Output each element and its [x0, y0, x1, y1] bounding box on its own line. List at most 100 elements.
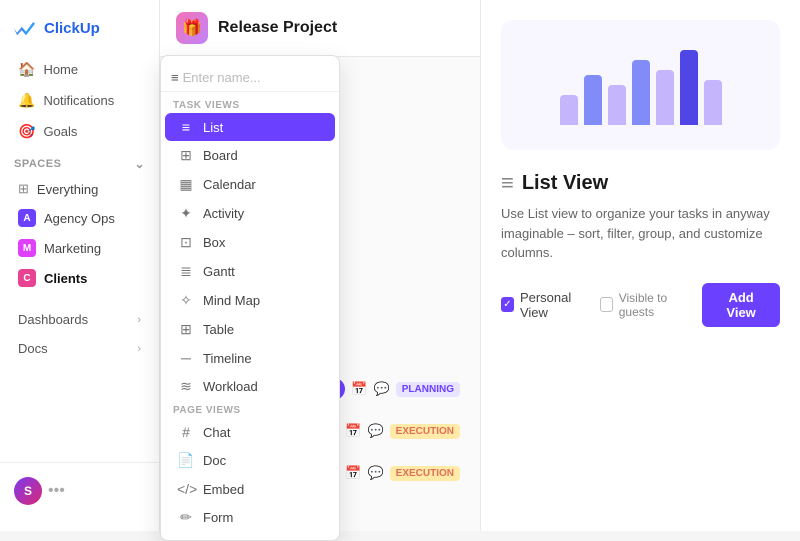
- dropdown-menu: ≡ TASK VIEWS ≡ List ⊞ Board ▦ Calendar ✦…: [160, 55, 340, 541]
- space-label: Marketing: [44, 241, 101, 256]
- view-option-mind-map[interactable]: ✧ Mind Map: [165, 286, 335, 315]
- menu-item-label: Embed: [203, 482, 244, 497]
- menu-item-label: Mind Map: [203, 293, 260, 308]
- project-header: 🎁 Release Project: [160, 0, 480, 57]
- space-label: Clients: [44, 271, 87, 286]
- personal-view-label: Personal View: [520, 290, 590, 320]
- menu-item-label: Form: [203, 510, 233, 525]
- view-option-board[interactable]: ⊞ Board: [165, 141, 335, 170]
- task-tag: EXECUTION: [390, 424, 460, 439]
- task-tag: EXECUTION: [390, 466, 460, 481]
- sidebar-item-docs[interactable]: Docs ›: [4, 334, 155, 363]
- view-option-embed[interactable]: </> Embed: [165, 475, 335, 503]
- view-option-list[interactable]: ≡ List: [165, 113, 335, 141]
- marketing-avatar: M: [18, 239, 36, 257]
- view-option-activity[interactable]: ✦ Activity: [165, 199, 335, 228]
- sidebar-item-everything[interactable]: ⊞ Everything: [4, 175, 155, 203]
- goals-icon: 🎯: [18, 123, 35, 140]
- project-title: Release Project: [218, 19, 337, 37]
- user-profile-row[interactable]: S •••: [0, 471, 159, 511]
- sidebar-item-notifications[interactable]: 🔔 Notifications: [4, 85, 155, 116]
- calendar-icon: 📅: [345, 423, 361, 439]
- user-avatar: S: [14, 477, 42, 505]
- project-icon: 🎁: [176, 12, 208, 44]
- dashboards-label: Dashboards: [18, 312, 88, 327]
- space-label: Everything: [37, 182, 98, 197]
- sidebar-item-marketing[interactable]: M Marketing: [4, 233, 155, 263]
- chevron-icon[interactable]: ⌄: [134, 157, 145, 171]
- view-dropdown: ≡ TASK VIEWS ≡ List ⊞ Board ▦ Calendar ✦…: [160, 55, 340, 541]
- right-panel: ≡ List View Use List view to organize yo…: [480, 0, 800, 531]
- add-view-button[interactable]: Add View: [702, 283, 780, 327]
- gantt-icon: ≣: [177, 263, 195, 280]
- chat-icon: 💬: [374, 381, 390, 397]
- dropdown-search-row: ≡: [161, 64, 339, 92]
- view-name-input[interactable]: [183, 70, 359, 85]
- panel-illustration: [501, 20, 780, 150]
- sidebar-item-label: Home: [43, 62, 78, 77]
- activity-icon: ✦: [177, 205, 195, 222]
- view-option-chat[interactable]: # Chat: [165, 418, 335, 446]
- view-option-calendar[interactable]: ▦ Calendar: [165, 170, 335, 199]
- sidebar-item-dashboards[interactable]: Dashboards ›: [4, 305, 155, 334]
- menu-item-label: Calendar: [203, 177, 256, 192]
- panel-title-icon: ≡: [501, 170, 514, 196]
- table-icon: ⊞: [177, 321, 195, 338]
- chevron-right-icon: ›: [137, 343, 141, 355]
- docs-label: Docs: [18, 341, 48, 356]
- timeline-icon: ─: [177, 350, 195, 366]
- personal-view-checkbox[interactable]: ✓: [501, 297, 514, 312]
- list-view-icon: ≡: [177, 119, 195, 135]
- view-option-timeline[interactable]: ─ Timeline: [165, 344, 335, 372]
- bar-3: [608, 85, 626, 125]
- page-views-label: PAGE VIEWS: [161, 401, 339, 418]
- view-option-doc[interactable]: 📄 Doc: [165, 446, 335, 475]
- sidebar-item-agency-ops[interactable]: A Agency Ops: [4, 203, 155, 233]
- doc-icon: 📄: [177, 452, 195, 469]
- calendar-icon: 📅: [351, 381, 367, 397]
- menu-item-label: Gantt: [203, 264, 235, 279]
- view-option-form[interactable]: ✏ Form: [165, 503, 335, 532]
- bar-6: [680, 50, 698, 125]
- app-logo[interactable]: ClickUp: [0, 12, 159, 54]
- bar-5: [656, 70, 674, 125]
- menu-item-label: Doc: [203, 453, 226, 468]
- spaces-label: Spaces: [14, 158, 61, 170]
- clickup-logo-icon: [14, 16, 38, 40]
- bell-icon: 🔔: [18, 92, 35, 109]
- home-icon: 🏠: [18, 61, 35, 78]
- list-icon: ≡: [171, 70, 179, 85]
- sidebar-item-goals[interactable]: 🎯 Goals: [4, 116, 155, 147]
- more-options-icon[interactable]: •••: [48, 482, 65, 500]
- guest-label: Visible to guests: [619, 291, 692, 319]
- agency-ops-avatar: A: [18, 209, 36, 227]
- personal-view-checkbox-label[interactable]: ✓ Personal View: [501, 290, 590, 320]
- view-option-table[interactable]: ⊞ Table: [165, 315, 335, 344]
- task-meta: J 📅 💬 PLANNING: [323, 378, 460, 400]
- view-option-workload[interactable]: ≋ Workload: [165, 372, 335, 401]
- menu-item-label: Activity: [203, 206, 244, 221]
- sidebar: ClickUp 🏠 Home 🔔 Notifications 🎯 Goals S…: [0, 0, 160, 531]
- sidebar-item-home[interactable]: 🏠 Home: [4, 54, 155, 85]
- view-option-gantt[interactable]: ≣ Gantt: [165, 257, 335, 286]
- sidebar-item-label: Notifications: [43, 93, 114, 108]
- bar-chart: [560, 45, 722, 125]
- chat-icon: 💬: [367, 423, 383, 439]
- board-icon: ⊞: [177, 147, 195, 164]
- embed-icon: </>: [177, 481, 195, 497]
- sidebar-item-clients[interactable]: C Clients: [4, 263, 155, 293]
- guest-view-checkbox-label[interactable]: Visible to guests: [600, 291, 692, 319]
- chat-menu-icon: #: [177, 424, 195, 440]
- view-panel-title: ≡ List View: [501, 170, 780, 196]
- guest-view-checkbox[interactable]: [600, 297, 613, 312]
- view-option-box[interactable]: ⊡ Box: [165, 228, 335, 257]
- bar-2: [584, 75, 602, 125]
- menu-item-label: Box: [203, 235, 225, 250]
- sidebar-user-area: S •••: [0, 462, 159, 519]
- spaces-section-header: Spaces ⌄: [0, 147, 159, 175]
- box-icon: ⊡: [177, 234, 195, 251]
- calendar-icon: ▦: [177, 176, 195, 193]
- bar-4: [632, 60, 650, 125]
- task-tag: PLANNING: [396, 382, 460, 397]
- bar-7: [704, 80, 722, 125]
